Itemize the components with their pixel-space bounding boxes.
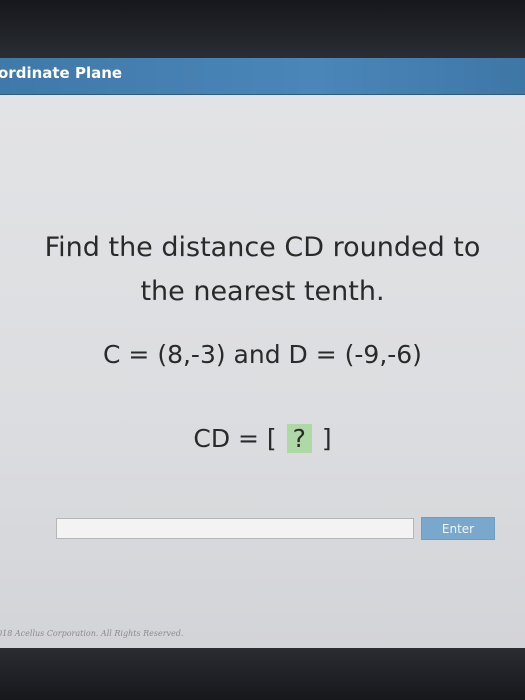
- question-points: C = (8,-3) and D = (-9,-6): [103, 340, 422, 369]
- answer-expression: CD = [ ? ]: [20, 424, 505, 453]
- app-screen: ordinate Plane Find the distance CD roun…: [0, 58, 525, 648]
- answer-label: CD = [: [193, 424, 277, 453]
- monitor-bezel-top: [0, 0, 525, 58]
- title-bar: ordinate Plane: [0, 58, 525, 94]
- enter-button[interactable]: Enter: [421, 517, 495, 540]
- answer-placeholder-box: ?: [286, 424, 312, 453]
- lesson-title: ordinate Plane: [0, 64, 123, 82]
- question-prompt: Find the distance CD rounded to the near…: [44, 232, 481, 307]
- answer-input[interactable]: [56, 518, 414, 539]
- monitor-bezel-bottom: [0, 648, 525, 700]
- answer-close-bracket: ]: [321, 424, 332, 453]
- copyright-footer: 2018 Acellus Corporation. All Rights Res…: [0, 629, 184, 638]
